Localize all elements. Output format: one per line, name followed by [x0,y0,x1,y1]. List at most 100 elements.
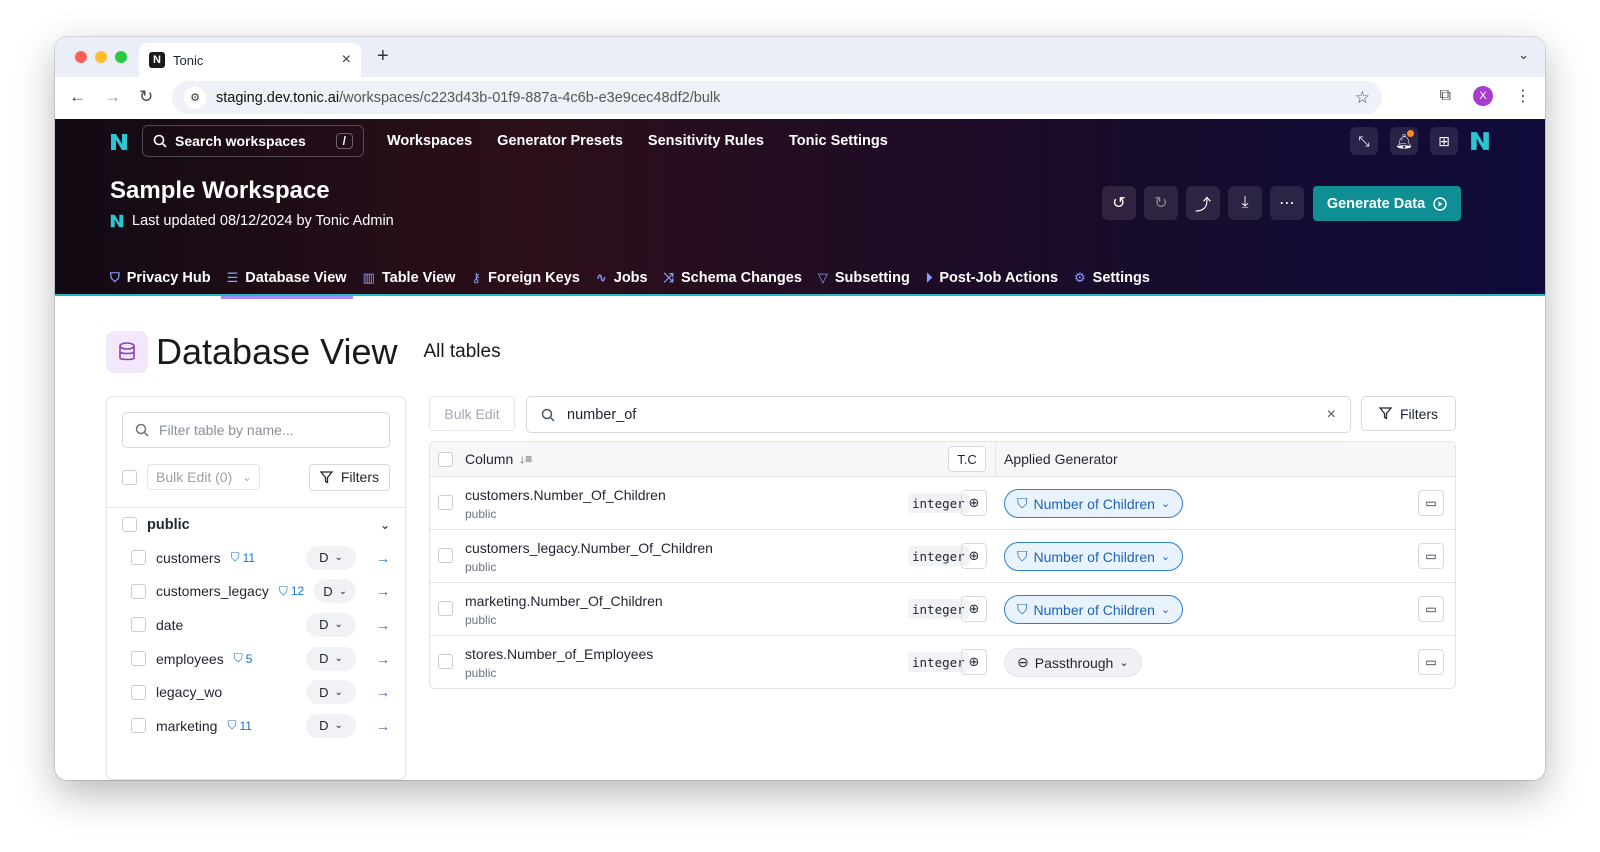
nav-generator-presets[interactable]: Generator Presets [497,133,623,149]
bookmark-star-icon[interactable]: ☆ [1355,88,1370,108]
select-all-columns-checkbox[interactable] [438,451,453,467]
tab-table-view[interactable]: ▥ Table View [363,263,456,293]
table-row[interactable]: customers.Number_Of_Children public inte… [430,477,1455,530]
extensions-icon[interactable]: ⧉ [1440,87,1451,105]
zoom-in-icon[interactable]: ⊕ [961,596,987,622]
arrow-right-icon[interactable]: → [376,550,390,566]
table-row[interactable]: marketing.Number_Of_Children public inte… [430,583,1455,636]
bulk-edit-button[interactable]: Bulk Edit [429,396,515,431]
bell-icon[interactable]: 🔔︎ [1390,127,1418,155]
search-workspaces-input[interactable]: Search workspaces / [142,125,364,157]
table-filters-button[interactable]: Filters [308,463,390,491]
tab-settings[interactable]: ⚙ Settings [1074,263,1150,293]
tab-privacy-hub[interactable]: ⛉ Privacy Hub [110,263,211,293]
comment-icon[interactable]: ▭ [1418,649,1444,675]
table-mode-select[interactable]: D ⌄ [306,680,356,705]
table-checkbox[interactable] [131,617,146,633]
arrow-right-icon[interactable]: → [376,718,390,734]
bulk-edit-dropdown[interactable]: Bulk Edit (0) ⌄ [147,464,261,490]
close-tab-icon[interactable]: × [342,51,351,69]
reload-icon[interactable]: ↻ [139,87,153,107]
chevron-down-icon[interactable]: ⌄ [380,518,390,532]
forward-icon[interactable]: → [104,87,121,107]
back-icon[interactable]: ← [69,87,86,107]
table-row[interactable]: legacy_wo D ⌄ → [107,675,405,709]
browser-tab[interactable]: N Tonic × [139,43,361,77]
tab-schema-changes[interactable]: ⤨ Schema Changes [664,263,802,293]
generate-data-button[interactable]: Generate Data [1313,186,1461,221]
more-icon[interactable]: ⋯ [1270,186,1304,220]
table-mode-select[interactable]: D ⌄ [306,612,356,637]
arrow-right-icon[interactable]: → [376,617,390,633]
generator-select[interactable]: ⛉ Number of Children ⌄ [1004,489,1184,518]
select-all-tables-checkbox[interactable] [122,469,137,485]
tab-subsetting[interactable]: ▽ Subsetting [818,263,910,293]
arrow-right-icon[interactable]: → [376,684,390,700]
browser-menu-icon[interactable]: ⋮ [1515,86,1531,106]
arrow-right-icon[interactable]: → [376,583,390,599]
table-mode-select[interactable]: D ⌄ [306,545,356,570]
table-row[interactable]: customers ⛉ 11 D ⌄ → [107,541,405,575]
table-row[interactable]: date D ⌄ → [107,608,405,642]
column-filters-button[interactable]: Filters [1361,396,1456,431]
download-icon[interactable]: ⤓ [1228,186,1262,220]
address-bar[interactable]: ⚙ staging.dev.tonic.ai/workspaces/c223d4… [172,81,1382,114]
redo-icon[interactable]: ↻ [1144,186,1178,220]
gift-icon[interactable]: ⊞ [1430,127,1458,155]
zoom-in-icon[interactable]: ⊕ [961,490,987,516]
table-mode-select[interactable]: D ⌄ [306,646,356,671]
table-row[interactable]: customers_legacy.Number_Of_Children publ… [430,530,1455,583]
tab-jobs[interactable]: ∿ Jobs [596,263,648,293]
table-mode-select[interactable]: D ⌄ [306,713,356,738]
table-row[interactable]: employees ⛉ 5 D ⌄ → [107,642,405,676]
table-row[interactable]: stores.Number_of_Employees public intege… [430,636,1455,688]
table-checkbox[interactable] [131,684,146,700]
table-row[interactable]: marketing ⛉ 11 D ⌄ → [107,709,405,743]
tab-database-view[interactable]: ☰ Database View [220,263,353,299]
zoom-in-icon[interactable]: ⊕ [961,543,987,569]
tab-search-icon[interactable]: ⌄ [1518,47,1529,63]
zoom-in-icon[interactable]: ⊕ [961,649,987,675]
column-checkbox[interactable] [438,495,453,510]
sort-icon[interactable]: ↓≡ [519,452,532,466]
tab-post-job-actions[interactable]: ⏵ Post-Job Actions [926,263,1058,293]
generator-select[interactable]: ⛉ Number of Children ⌄ [1004,595,1184,624]
comment-icon[interactable]: ▭ [1418,596,1444,622]
table-checkbox[interactable] [131,651,146,667]
comment-icon[interactable]: ▭ [1418,543,1444,569]
generator-select[interactable]: ⛉ Number of Children ⌄ [1004,542,1184,571]
arrow-right-icon[interactable]: → [376,651,390,667]
column-checkbox[interactable] [438,548,453,563]
column-checkbox[interactable] [438,601,453,616]
nav-sensitivity-rules[interactable]: Sensitivity Rules [648,133,764,149]
column-search-input[interactable]: number_of × [526,396,1351,433]
table-mode-select[interactable]: D ⌄ [314,579,356,604]
tab-foreign-keys[interactable]: ⚷ Foreign Keys [471,263,579,293]
comment-icon[interactable]: ▭ [1418,490,1444,516]
table-row[interactable]: customers_legacy ⛉ 12 D ⌄ → [107,575,405,609]
schema-group-public[interactable]: public ⌄ [107,508,405,541]
tonic-logo-icon[interactable] [110,133,128,151]
tonic-brand-icon[interactable] [1470,131,1490,151]
filter-table-input[interactable]: Filter table by name... [122,412,390,448]
close-window-button[interactable] [75,51,87,63]
zoom-window-button[interactable] [115,51,127,63]
generator-select[interactable]: ⊖ Passthrough ⌄ [1004,648,1142,677]
minimize-window-button[interactable] [95,51,107,63]
tc-header-button[interactable]: T.C [948,446,986,472]
table-checkbox[interactable] [131,550,146,566]
undo-icon[interactable]: ↺ [1102,186,1136,220]
new-tab-icon[interactable]: + [377,45,389,68]
column-header[interactable]: Column ↓≡ [465,451,532,467]
share-icon[interactable]: ⤴ [1186,186,1220,220]
column-checkbox[interactable] [438,654,453,669]
nav-workspaces[interactable]: Workspaces [387,133,472,149]
nav-tonic-settings[interactable]: Tonic Settings [789,133,888,149]
table-checkbox[interactable] [131,718,146,734]
clear-search-icon[interactable]: × [1327,406,1336,424]
collapse-icon[interactable]: ⤡ [1350,127,1378,155]
profile-avatar[interactable]: X [1473,86,1493,106]
site-info-icon[interactable]: ⚙ [184,86,206,109]
table-checkbox[interactable] [131,583,146,599]
schema-checkbox[interactable] [122,517,137,532]
